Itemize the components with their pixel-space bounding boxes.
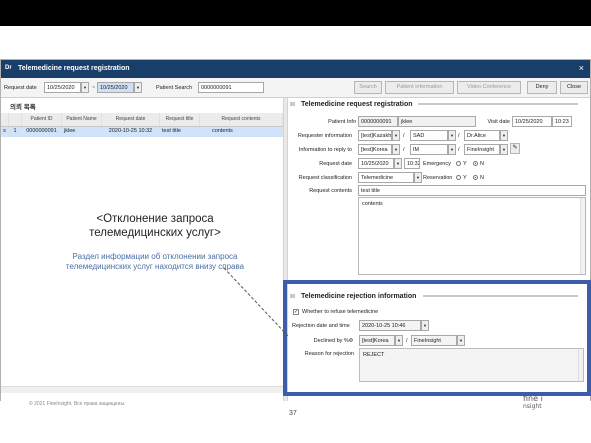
date-range-separator: ~ [92,85,96,91]
registration-title: Telemedicine request registration [301,101,413,108]
edit-icon[interactable]: ✎ [510,143,520,154]
reservation-label: Reservation [423,175,453,181]
emergency-label: Emergency [423,161,451,167]
close-button[interactable]: Close [560,81,588,94]
reply-dept-field[interactable]: IM [410,144,448,155]
reservation-no-label: N [480,175,484,181]
requester-doctor-field[interactable]: Dr.Alice [464,130,500,141]
requester-doctor-dropdown-icon[interactable]: ▼ [500,130,508,141]
emergency-no-label: N [480,161,484,167]
patient-name-field: jklee [398,116,476,127]
page-number: 37 [289,410,297,417]
requester-hospital-field[interactable]: [test]Kazakh [358,130,392,141]
brand-line-1: fine i [523,394,543,403]
close-icon[interactable]: × [579,63,584,73]
reply-hospital-dropdown-icon[interactable]: ▼ [392,144,400,155]
cell-request-date: 2020-10-25 10:32 [102,127,160,137]
date-to-dropdown-icon[interactable]: ▼ [134,82,142,93]
patient-search-input[interactable]: 0000000091 [198,82,264,93]
requester-info-label: Requester information [297,133,352,139]
slash-separator: / [458,133,460,139]
column-header-request-date[interactable]: Request date [102,113,160,126]
toolbar: Request date 10/25/2020 ▼ ~ 10/25/2020 ▼… [1,78,590,98]
reservation-no-radio[interactable] [473,175,478,180]
callout-title: <Отклонение запроса телемедицинских услу… [89,213,221,239]
request-list-title: 의뢰 목록 [10,104,36,111]
requester-dept-dropdown-icon[interactable]: ▼ [448,130,456,141]
slash-separator: / [403,147,405,153]
column-header-patient-id[interactable]: Patient ID [22,113,62,126]
request-date-field[interactable]: 10/25/2020 [358,158,394,169]
request-date-dropdown-icon[interactable]: ▼ [394,158,402,169]
header-index-cell [9,113,22,126]
section-marker [290,102,295,106]
request-table: Patient ID Patient Name Request date Req… [1,113,283,137]
reply-doctor-dropdown-icon[interactable]: ▼ [500,144,508,155]
slide-footer: © 2021 FineInsight. Все права защищены. … [0,395,591,443]
request-contents-textarea[interactable]: contents [358,197,586,275]
deny-button[interactable]: Deny [527,81,557,94]
brand-line-2: nsight [523,403,542,410]
section-divider [418,103,578,105]
emergency-yes-radio[interactable] [456,161,461,166]
reply-info-label: Information to reply to [298,147,352,153]
table-header: Patient ID Patient Name Request date Req… [1,113,283,127]
emergency-no-radio[interactable] [473,161,478,166]
request-contents-label: Request contents [309,188,352,194]
patient-search-label: Patient Search [156,85,193,91]
request-date-label: Request date [4,85,37,91]
date-from-field[interactable]: 10/25/2020 [44,82,81,93]
callout-connector [223,267,289,337]
window-title: Telemedicine request registration [18,65,130,72]
column-header-patient-name[interactable]: Patient Name [62,113,102,126]
video-conference-button[interactable]: Video Conference [457,81,521,94]
emergency-yes-label: Y [463,161,467,167]
window-titlebar: Dr Telemedicine request registration × [1,60,590,78]
requester-hospital-dropdown-icon[interactable]: ▼ [392,130,400,141]
visit-date-label: Visit date [487,119,510,125]
copyright-text: © 2021 FineInsight. Все права защищены. [29,401,126,407]
cell-request-title: test title [160,127,200,137]
request-time-field[interactable]: 10:32 [404,158,420,169]
request-classification-label: Request classification [298,175,352,181]
patient-info-label: Patient Info [328,119,356,125]
top-black-band [0,0,591,26]
app-logo: Dr [5,65,12,71]
request-list-panel: 의뢰 목록 Patient ID Patient Name Request da… [1,98,283,402]
column-header-request-contents[interactable]: Request contents [200,113,283,126]
highlight-frame [283,280,591,396]
reply-hospital-field[interactable]: [test]Korea [358,144,392,155]
patient-id-field: 0000000091 [358,116,398,127]
requester-dept-field[interactable]: SAD [410,130,448,141]
table-row[interactable]: s 1 0000000091 jklee 2020-10-25 10:32 te… [1,127,283,137]
callout-description: Раздел информации об отклонении запроса … [65,252,245,271]
reservation-yes-label: Y [463,175,467,181]
patient-information-button[interactable]: Patient information [385,81,454,94]
classification-dropdown-icon[interactable]: ▼ [414,172,422,183]
reply-doctor-field[interactable]: FineInsight [464,144,500,155]
request-contents-text: contents [362,201,383,207]
classification-field[interactable]: Telemedicine [358,172,414,183]
cell-request-contents: contents [200,127,283,137]
date-to-field[interactable]: 10/25/2020 [97,82,134,93]
column-header-request-title[interactable]: Request title [160,113,200,126]
cell-patient-name: jklee [62,127,102,137]
cell-patient-id: 0000000091 [22,127,62,137]
visit-date-field[interactable]: 10/25/2020 [512,116,552,127]
slash-separator: / [403,133,405,139]
visit-time-field[interactable]: 10:23 [552,116,572,127]
brand-logo: fine i nsight [523,395,543,411]
horizontal-scrollbar[interactable] [1,386,283,393]
row-index: 1 [9,127,22,137]
request-date-label: Request date [319,161,352,167]
slash-separator: / [458,147,460,153]
search-button[interactable]: Search [354,81,382,94]
date-from-dropdown-icon[interactable]: ▼ [81,82,89,93]
contents-scrollbar[interactable] [580,198,585,274]
reservation-yes-radio[interactable] [456,175,461,180]
header-mark-cell [1,113,9,126]
row-mark: s [1,127,9,137]
request-title-field[interactable]: test title [358,185,586,196]
reply-dept-dropdown-icon[interactable]: ▼ [448,144,456,155]
